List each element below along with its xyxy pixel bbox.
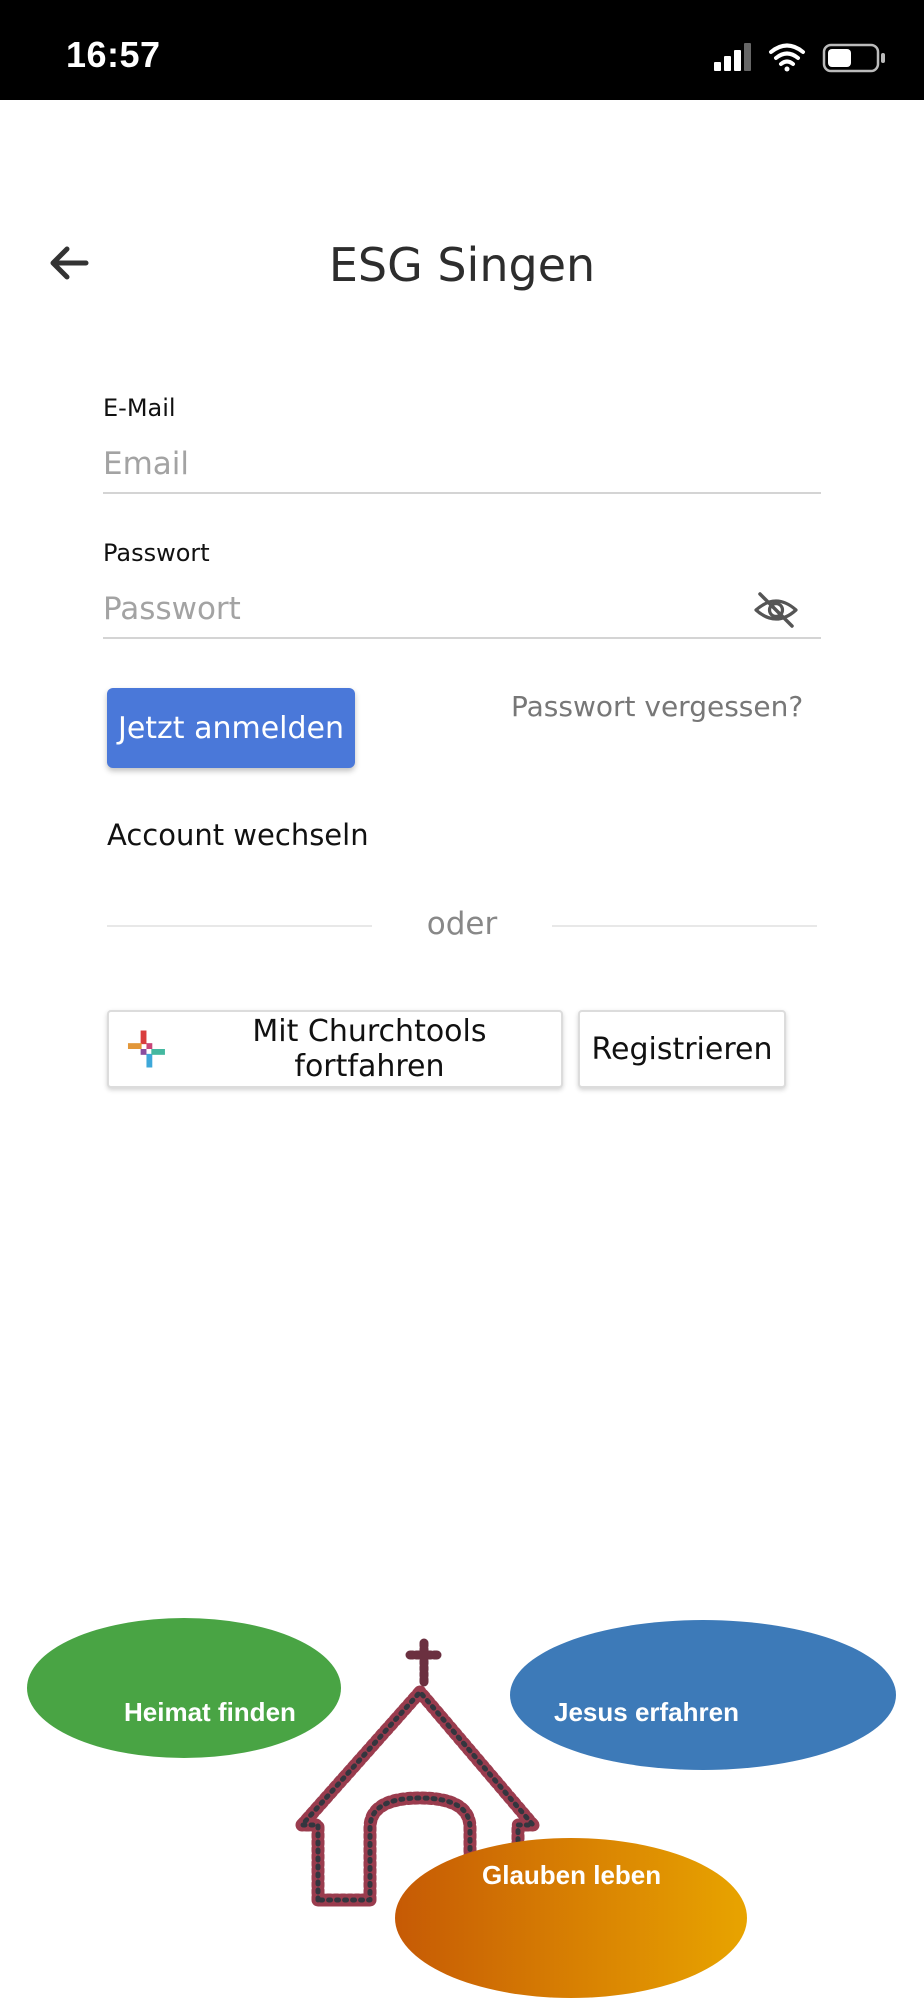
email-label: E-Mail <box>103 394 176 422</box>
login-button[interactable]: Jetzt anmelden <box>107 688 355 768</box>
divider-label: oder <box>426 906 498 942</box>
status-time: 16:57 <box>66 34 161 75</box>
banner-graphic <box>27 1618 896 1998</box>
banner-label-heimat: Heimat finden <box>124 1697 296 1727</box>
promo-banner: Heimat finden Jesus erfahren Glauben leb… <box>0 1600 924 2000</box>
status-icons <box>714 43 885 73</box>
churchtools-logo-icon <box>127 1030 165 1068</box>
banner-label-jesus: Jesus erfahren <box>554 1697 739 1727</box>
email-input[interactable] <box>103 436 821 494</box>
battery-icon <box>822 43 885 73</box>
register-button[interactable]: Registrieren <box>578 1010 786 1088</box>
eye-off-icon[interactable] <box>752 588 800 632</box>
forgot-password-link[interactable]: Passwort vergessen? <box>511 690 803 723</box>
churchtools-login-button[interactable]: Mit Churchtools fortfahren <box>107 1010 563 1088</box>
bubble-heimat <box>27 1618 341 1758</box>
cellular-signal-icon <box>714 43 751 71</box>
status-bar: 16:57 <box>0 0 924 100</box>
divider-line-left <box>107 925 372 927</box>
password-input[interactable] <box>103 581 821 639</box>
divider-line-right <box>552 925 817 927</box>
churchtools-button-label: Mit Churchtools fortfahren <box>252 1014 487 1084</box>
bubble-jesus <box>510 1620 896 1770</box>
page-title: ESG Singen <box>328 238 596 292</box>
switch-account-link[interactable]: Account wechseln <box>107 818 369 852</box>
wifi-icon <box>769 43 805 72</box>
password-label: Passwort <box>103 539 210 567</box>
banner-label-glauben: Glauben leben <box>482 1860 662 1890</box>
